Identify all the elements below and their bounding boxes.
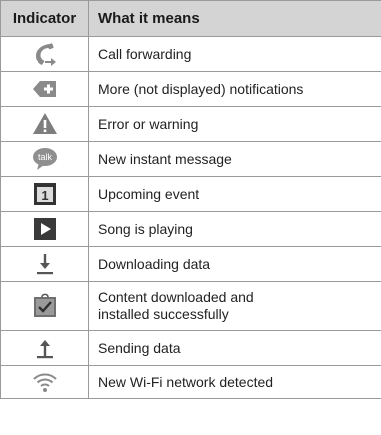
- calendar-day-text: 1: [41, 188, 48, 203]
- upload-icon: [31, 334, 59, 362]
- table-row: talk New instant message: [0, 141, 381, 177]
- table-row: More (not displayed) notifications: [0, 71, 381, 107]
- meaning-line-1: Content downloaded and: [98, 289, 254, 305]
- icon-cell: talk: [0, 141, 89, 177]
- talk-icon: talk: [31, 145, 59, 173]
- icon-cell: [0, 71, 89, 107]
- meaning-text: Error or warning: [88, 106, 381, 142]
- table-row: Downloading data: [0, 246, 381, 282]
- meaning-text: Downloading data: [88, 246, 381, 282]
- header-meaning: What it means: [88, 0, 381, 37]
- table-row: New Wi-Fi network detected: [0, 365, 381, 399]
- meaning-text: More (not displayed) notifications: [88, 71, 381, 107]
- wifi-icon: [31, 368, 59, 396]
- installed-icon: [31, 292, 59, 320]
- icon-cell: [0, 106, 89, 142]
- call-forwarding-icon: [31, 40, 59, 68]
- meaning-text: Upcoming event: [88, 176, 381, 212]
- icon-cell: [0, 281, 89, 331]
- header-indicator: Indicator: [0, 0, 89, 37]
- meaning-text: Sending data: [88, 330, 381, 366]
- table-row: 1 Upcoming event: [0, 176, 381, 212]
- table-row: Call forwarding: [0, 36, 381, 72]
- icon-cell: [0, 246, 89, 282]
- icon-cell: [0, 330, 89, 366]
- icon-cell: [0, 211, 89, 247]
- meaning-text: New Wi-Fi network detected: [88, 365, 381, 399]
- table-row: Song is playing: [0, 211, 381, 247]
- meaning-text: Content downloaded and installed success…: [88, 281, 381, 331]
- meaning-text: Call forwarding: [88, 36, 381, 72]
- icon-cell: 1: [0, 176, 89, 212]
- icon-cell: [0, 36, 89, 72]
- more-notifications-icon: [31, 75, 59, 103]
- table-header-row: Indicator What it means: [0, 0, 381, 37]
- indicator-table: Indicator What it means Call forwarding: [0, 0, 381, 399]
- meaning-text: New instant message: [88, 141, 381, 177]
- meaning-line-2: installed successfully: [98, 306, 229, 322]
- icon-cell: [0, 365, 89, 399]
- calendar-event-icon: 1: [31, 180, 59, 208]
- table-row: Error or warning: [0, 106, 381, 142]
- meaning-text: Song is playing: [88, 211, 381, 247]
- warning-icon: [31, 110, 59, 138]
- table-row: Content downloaded and installed success…: [0, 281, 381, 331]
- table-row: Sending data: [0, 330, 381, 366]
- download-icon: [31, 250, 59, 278]
- talk-icon-text: talk: [37, 152, 52, 162]
- play-icon: [31, 215, 59, 243]
